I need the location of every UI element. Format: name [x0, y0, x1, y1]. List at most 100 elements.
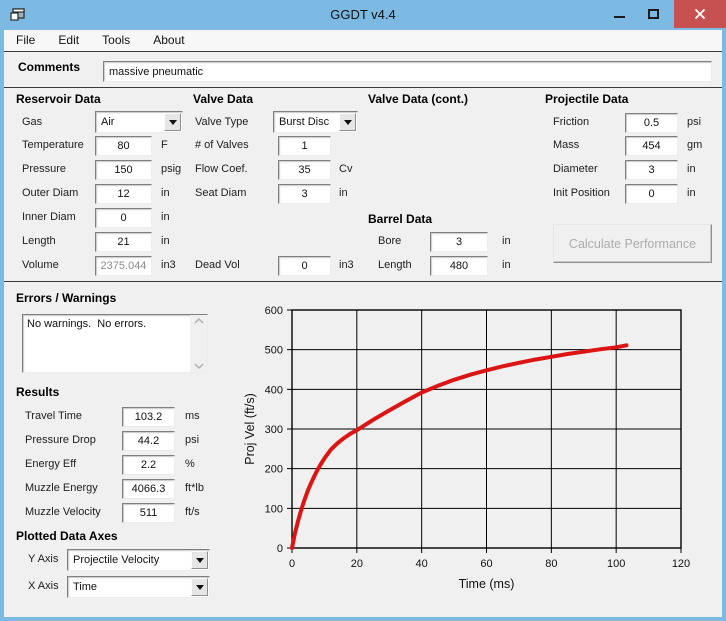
- valve-type-combobox[interactable]: Burst Disc: [273, 111, 358, 133]
- gas-combobox[interactable]: Air: [95, 111, 183, 133]
- plotted-data-axes-header: Plotted Data Axes: [16, 529, 118, 543]
- pressure-input[interactable]: [95, 160, 152, 180]
- x-tick-label: 80: [545, 558, 557, 570]
- energy-eff-output[interactable]: [122, 455, 175, 475]
- seat-diam-label: Seat Diam: [195, 187, 246, 199]
- dead-vol-input[interactable]: [278, 256, 331, 276]
- y-tick-label: 100: [265, 503, 283, 515]
- y-tick-label: 300: [265, 424, 283, 436]
- close-icon: [694, 8, 706, 20]
- dead-vol-label: Dead Vol: [195, 259, 240, 271]
- menu-file[interactable]: File: [6, 30, 45, 51]
- chevron-down-icon: [196, 585, 204, 590]
- close-button[interactable]: [674, 0, 726, 28]
- temperature-input[interactable]: [95, 136, 152, 156]
- reservoir-length-input[interactable]: [95, 232, 152, 252]
- muzzle-velocity-label: Muzzle Velocity: [25, 506, 101, 518]
- mass-input[interactable]: [625, 136, 678, 156]
- y-tick-label: 200: [265, 464, 283, 476]
- dead-vol-unit: in3: [339, 259, 354, 271]
- temperature-label: Temperature: [22, 139, 84, 151]
- outer-diam-label: Outer Diam: [22, 187, 78, 199]
- valve-type-label: Valve Type: [195, 116, 248, 128]
- calculate-performance-button: Calculate Performance: [553, 224, 712, 263]
- volume-output: [95, 256, 152, 276]
- flow-coef-label: Flow Coef.: [195, 163, 248, 175]
- friction-label: Friction: [553, 116, 589, 128]
- init-position-unit: in: [687, 187, 696, 199]
- menu-edit[interactable]: Edit: [48, 30, 89, 51]
- app-window: GGDT v4.4 File Edit Tools About Comments…: [0, 0, 726, 621]
- bore-label: Bore: [378, 235, 401, 247]
- separator: [4, 281, 722, 282]
- velocity-curve: [292, 345, 627, 548]
- friction-unit: psi: [687, 116, 701, 128]
- muzzle-energy-output[interactable]: [122, 479, 175, 499]
- num-valves-label: # of Valves: [195, 139, 249, 151]
- pressure-unit: psig: [161, 163, 181, 175]
- pressure-drop-label: Pressure Drop: [25, 434, 96, 446]
- muzzle-velocity-output[interactable]: [122, 503, 175, 523]
- bore-input[interactable]: [430, 232, 488, 252]
- gas-label: Gas: [22, 116, 42, 128]
- flow-coef-input[interactable]: [278, 160, 331, 180]
- num-valves-input[interactable]: [278, 136, 331, 156]
- chevron-down-icon: [344, 120, 352, 125]
- x-axis-combobox-dropdown-button: [191, 578, 208, 596]
- comments-label: Comments: [18, 60, 80, 74]
- gas-combobox-dropdown-button: [164, 113, 181, 131]
- diameter-input[interactable]: [625, 160, 678, 180]
- travel-time-unit: ms: [185, 410, 200, 422]
- y-tick-label: 400: [265, 384, 283, 396]
- y-axis-combobox[interactable]: Projectile Velocity: [67, 549, 210, 571]
- scroll-up-icon[interactable]: [194, 317, 204, 325]
- init-position-label: Init Position: [553, 187, 610, 199]
- valve-type-combobox-dropdown-button: [339, 113, 356, 131]
- window-border-left: [0, 30, 4, 621]
- diameter-unit: in: [687, 163, 696, 175]
- y-axis-combobox-dropdown-button: [191, 551, 208, 569]
- mass-unit: gm: [687, 139, 702, 151]
- menu-bar: File Edit Tools About: [0, 30, 726, 52]
- scroll-down-icon[interactable]: [194, 362, 204, 370]
- minimize-button[interactable]: [602, 0, 636, 28]
- title-bar: GGDT v4.4: [0, 0, 726, 30]
- valve-type-combobox-value: Burst Disc: [274, 116, 338, 128]
- x-axis-combobox[interactable]: Time: [67, 576, 210, 598]
- inner-diam-unit: in: [161, 211, 170, 223]
- projectile-data-header: Projectile Data: [545, 92, 628, 106]
- results-header: Results: [16, 385, 59, 399]
- minimize-icon: [614, 16, 625, 18]
- friction-input[interactable]: [625, 113, 678, 133]
- menu-tools[interactable]: Tools: [92, 30, 140, 51]
- bore-unit: in: [502, 235, 511, 247]
- errors-textbox[interactable]: No warnings. No errors.: [22, 314, 208, 373]
- maximize-button[interactable]: [636, 0, 670, 28]
- window-border-bottom: [0, 617, 726, 621]
- barrel-length-label: Length: [378, 259, 412, 271]
- velocity-chart: 0204060801001200100200300400500600Time (…: [240, 300, 720, 600]
- reservoir-length-unit: in: [161, 235, 170, 247]
- x-tick-label: 60: [480, 558, 492, 570]
- seat-diam-input[interactable]: [278, 184, 331, 204]
- gas-combobox-value: Air: [96, 116, 163, 128]
- valve-data-cont-header: Valve Data (cont.): [368, 92, 468, 106]
- init-position-input[interactable]: [625, 184, 678, 204]
- errors-scrollbar[interactable]: [190, 315, 207, 372]
- barrel-length-input[interactable]: [430, 256, 488, 276]
- chevron-down-icon: [196, 558, 204, 563]
- menu-about[interactable]: About: [143, 30, 194, 51]
- y-tick-label: 0: [277, 543, 283, 555]
- muzzle-energy-unit: ft*lb: [185, 482, 204, 494]
- pressure-drop-unit: psi: [185, 434, 199, 446]
- diameter-label: Diameter: [553, 163, 598, 175]
- travel-time-output[interactable]: [122, 407, 175, 427]
- x-tick-label: 100: [607, 558, 625, 570]
- y-tick-label: 600: [265, 305, 283, 317]
- outer-diam-input[interactable]: [95, 184, 152, 204]
- comments-input[interactable]: [103, 61, 712, 82]
- inner-diam-input[interactable]: [95, 208, 152, 228]
- y-axis-combobox-value: Projectile Velocity: [68, 554, 190, 566]
- pressure-drop-output[interactable]: [122, 431, 175, 451]
- volume-label: Volume: [22, 259, 59, 271]
